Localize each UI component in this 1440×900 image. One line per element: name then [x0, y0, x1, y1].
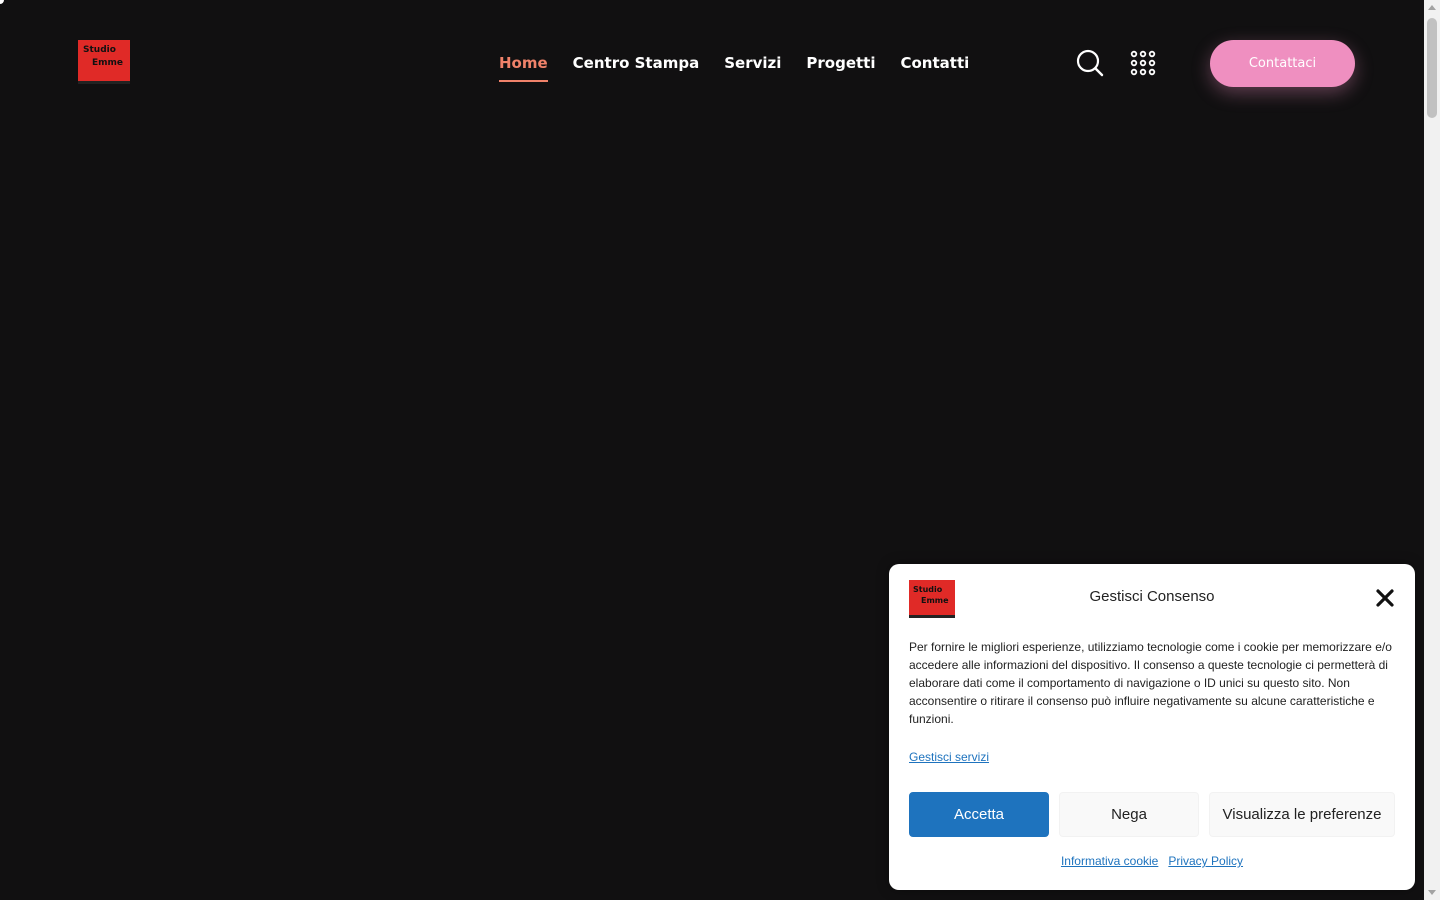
page: Studio Emme Home Centro Stampa Servizi P… — [0, 0, 1424, 900]
nav-item-progetti[interactable]: Progetti — [806, 52, 875, 82]
logo-text-line1: Studio — [83, 45, 116, 55]
manage-services-link[interactable]: Gestisci servizi — [909, 750, 989, 764]
consent-body-text: Per fornire le migliori esperienze, util… — [909, 640, 1392, 726]
corner-marker — [0, 0, 4, 4]
page-scrollbar[interactable] — [1424, 0, 1440, 900]
nav-item-servizi[interactable]: Servizi — [724, 52, 781, 82]
consent-modal: Studio Emme Gestisci Consenso Per fornir… — [889, 564, 1415, 890]
site-logo[interactable]: Studio Emme — [78, 40, 130, 84]
scroll-up-arrow-icon[interactable] — [1428, 5, 1436, 10]
nav-item-home[interactable]: Home — [499, 52, 548, 82]
scroll-thumb[interactable] — [1427, 18, 1437, 118]
search-icon[interactable] — [1075, 48, 1105, 78]
grid-dots-icon[interactable] — [1130, 50, 1156, 76]
consent-title: Gestisci Consenso — [1089, 588, 1215, 605]
privacy-policy-link[interactable]: Privacy Policy — [1168, 854, 1243, 868]
scroll-down-arrow-icon[interactable] — [1428, 890, 1436, 895]
main-nav: Home Centro Stampa Servizi Progetti Cont… — [499, 52, 969, 82]
consent-footer-links: Informativa cookie Privacy Policy — [889, 854, 1415, 868]
nav-item-contatti[interactable]: Contatti — [900, 52, 969, 82]
deny-button[interactable]: Nega — [1059, 792, 1199, 837]
nav-item-centro-stampa[interactable]: Centro Stampa — [573, 52, 700, 82]
contact-cta-button[interactable]: Contattaci — [1210, 40, 1355, 87]
logo-text-line2: Emme — [92, 58, 124, 68]
accept-button[interactable]: Accetta — [909, 792, 1049, 837]
view-preferences-button[interactable]: Visualizza le preferenze — [1209, 792, 1395, 837]
close-icon[interactable] — [1375, 588, 1395, 608]
cookie-policy-link[interactable]: Informativa cookie — [1061, 854, 1158, 868]
